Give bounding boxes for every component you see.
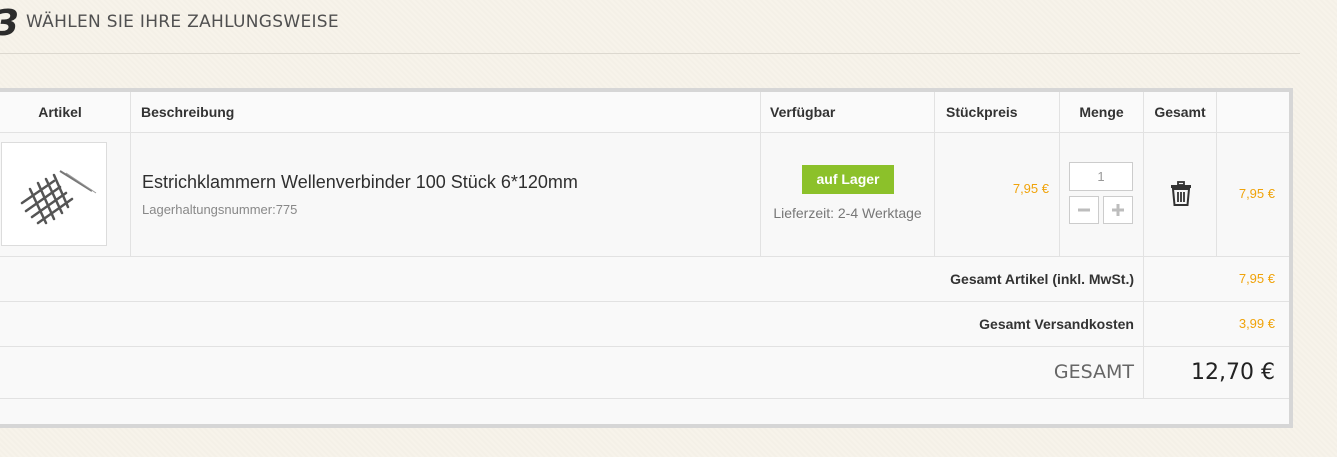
- summary-shipping-label: Gesamt Versandkosten: [979, 316, 1134, 332]
- col-quantity: Menge: [1060, 92, 1144, 132]
- trash-icon: [1171, 181, 1191, 206]
- col-available: Verfügbar: [761, 92, 935, 132]
- grand-total-label: GESAMT: [1053, 361, 1134, 383]
- summary-items-row: Gesamt Artikel (inkl. MwSt.) 7,95 €: [0, 257, 1289, 302]
- quantity-cell: 1: [1060, 133, 1144, 256]
- product-thumbnail-icon[interactable]: [1, 142, 107, 246]
- summary-items-value: 7,95 €: [1238, 271, 1275, 286]
- table-header: Artikel Beschreibung Verfügbar Stückprei…: [0, 92, 1289, 133]
- product-sku: Lagerhaltungsnummer:775: [142, 202, 298, 217]
- col-total: Gesamt: [1144, 92, 1217, 132]
- unit-price-cell: 7,95 €: [935, 133, 1060, 256]
- step-header: 3 WÄHLEN SIE IHRE ZAHLUNGSWEISE: [0, 0, 1300, 54]
- summary-total-row: GESAMT 12,70 €: [0, 347, 1289, 399]
- col-unit-price: Stückpreis: [935, 92, 1060, 132]
- plus-icon: [1112, 204, 1124, 216]
- line-total: 7,95 €: [1238, 186, 1275, 201]
- grand-total-value: 12,70 €: [1191, 360, 1275, 385]
- article-cell: [0, 133, 131, 256]
- quantity-decrease-button[interactable]: [1069, 196, 1099, 224]
- table-row: Estrichklammern Wellenverbinder 100 Stüc…: [0, 133, 1289, 257]
- col-description: Beschreibung: [131, 92, 761, 132]
- unit-price: 7,95 €: [1012, 181, 1049, 196]
- stock-badge: auf Lager: [802, 165, 894, 194]
- delete-cell: [1144, 133, 1217, 256]
- cart-table: Artikel Beschreibung Verfügbar Stückprei…: [0, 88, 1293, 428]
- step-number: 3: [0, 4, 19, 44]
- quantity-increase-button[interactable]: [1103, 196, 1133, 224]
- description-cell: Estrichklammern Wellenverbinder 100 Stüc…: [131, 133, 761, 256]
- summary-shipping-value: 3,99 €: [1238, 316, 1275, 331]
- delivery-time: Lieferzeit: 2-4 Werktage: [773, 205, 922, 221]
- col-article: Artikel: [0, 92, 131, 132]
- delete-button[interactable]: [1170, 181, 1192, 207]
- product-name[interactable]: Estrichklammern Wellenverbinder 100 Stüc…: [142, 172, 578, 193]
- summary-items-label: Gesamt Artikel (inkl. MwSt.): [950, 271, 1134, 287]
- summary-shipping-row: Gesamt Versandkosten 3,99 €: [0, 302, 1289, 347]
- minus-icon: [1078, 208, 1090, 212]
- quantity-input[interactable]: 1: [1069, 162, 1133, 191]
- availability-cell: auf Lager Lieferzeit: 2-4 Werktage: [761, 133, 935, 256]
- table-footer: [0, 399, 1289, 424]
- line-total-cell: 7,95 €: [1217, 133, 1289, 256]
- step-title: WÄHLEN SIE IHRE ZAHLUNGSWEISE: [26, 12, 339, 32]
